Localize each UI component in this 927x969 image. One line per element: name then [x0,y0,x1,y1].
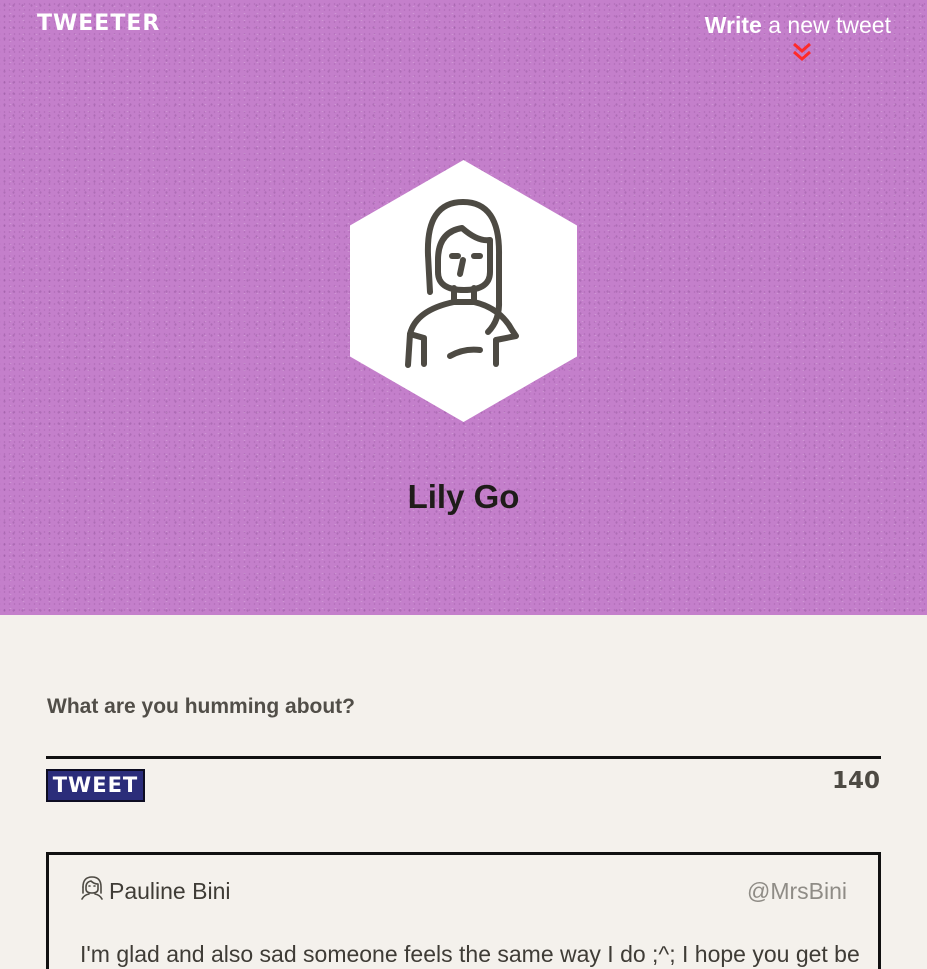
compose-input[interactable] [47,690,881,730]
write-link-rest: a new tweet [761,12,891,38]
woman-avatar-icon [81,876,103,900]
tweet-text: I'm glad and also sad someone feels the … [80,941,860,967]
profile-header: TWEETER Write a new tweet Lily Go [0,0,927,615]
profile-name: Lily Go [407,478,520,515]
brand-logo[interactable]: TWEETER [37,11,160,36]
profile-avatar [350,160,577,422]
tweet-author[interactable]: Pauline Bini [109,878,230,905]
tweet-card: Pauline Bini @MrsBini I'm glad and also … [46,852,881,969]
double-chevron-down-icon[interactable] [790,41,814,63]
compose-underline [46,756,881,759]
tweet-button[interactable]: TWEET [46,769,145,802]
write-link-strong: Write [704,12,762,38]
write-new-tweet-link[interactable]: Write a new tweet [705,12,891,39]
tweet-handle[interactable]: @MrsBini [747,878,847,905]
character-counter: 140 [831,768,880,794]
